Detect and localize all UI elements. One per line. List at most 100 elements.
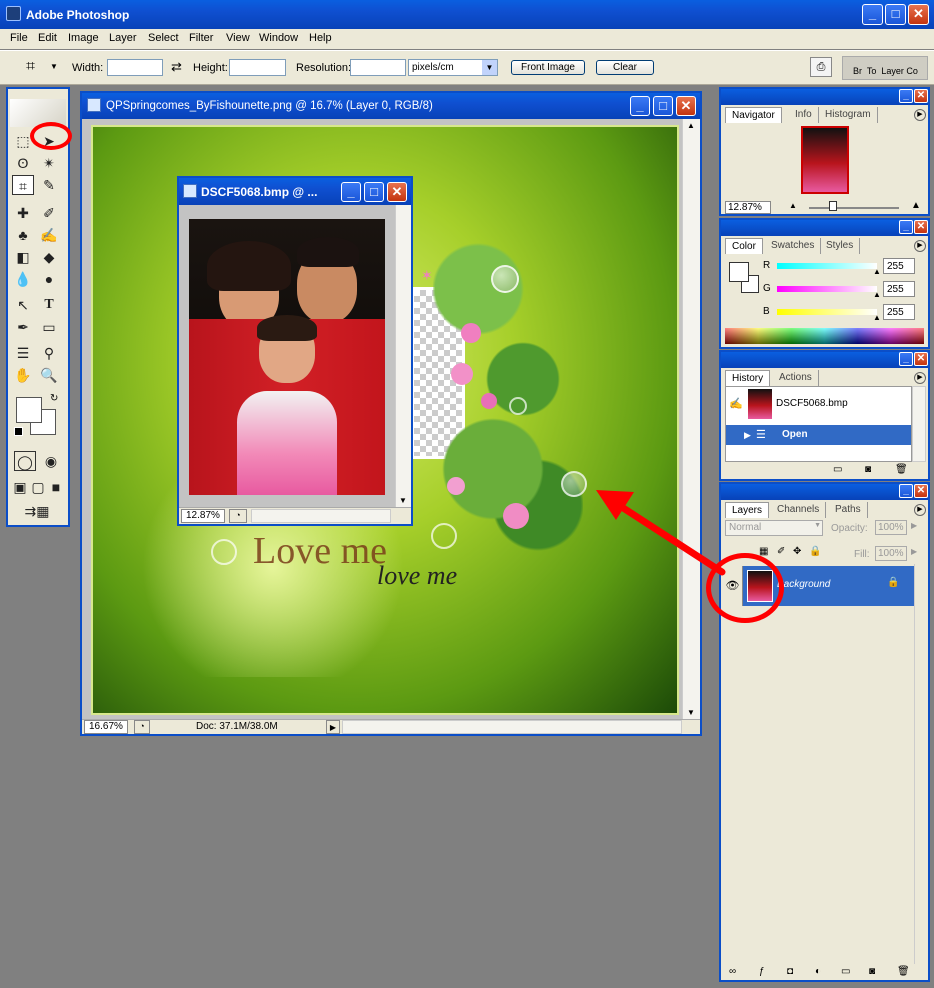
tab-styles[interactable]: Styles (820, 238, 861, 254)
zoom-out-icon[interactable]: ▲ (789, 201, 797, 210)
color-fg-swatch[interactable] (729, 262, 749, 282)
screen-mode-standard-icon[interactable]: ▣ (12, 477, 28, 497)
color-ramp[interactable] (725, 328, 924, 344)
new-document-icon[interactable]: ▭ (833, 464, 842, 475)
history-step-open[interactable]: ▶ ☰ Open (726, 425, 911, 445)
photo-vertical-scrollbar[interactable]: ▼ (395, 205, 411, 507)
close-button[interactable]: ✕ (908, 4, 929, 25)
notes-tool-icon[interactable]: ☰ (12, 343, 34, 363)
chevron-down-icon[interactable]: ▼ (482, 60, 497, 75)
r-value-field[interactable]: 255 (883, 258, 915, 274)
color-close-button[interactable]: ✕ (914, 220, 928, 234)
zoom-in-icon[interactable]: ▲ (911, 200, 921, 211)
slice-tool-icon[interactable]: ✎ (38, 175, 60, 195)
photo-maximize-button[interactable]: □ (364, 182, 384, 202)
crop-tool-selected-icon[interactable]: ⌗ (12, 175, 34, 195)
menu-help[interactable]: Help (309, 32, 332, 44)
history-brush-source-icon[interactable]: ✍ (729, 397, 743, 410)
file-browser-icon[interactable]: ⎙ (810, 57, 832, 77)
menu-select[interactable]: Select (148, 32, 179, 44)
brush-tool-icon[interactable]: ✐ (38, 203, 60, 223)
tab-color[interactable]: Color (725, 238, 763, 254)
doc-minimize-button[interactable]: _ (630, 96, 650, 116)
menu-window[interactable]: Window (259, 32, 298, 44)
healing-brush-icon[interactable]: ✚ (12, 203, 34, 223)
menu-view[interactable]: View (226, 32, 250, 44)
maximize-button[interactable]: □ (885, 4, 906, 25)
pen-tool-icon[interactable]: ✒ (12, 317, 34, 337)
photo-preview-icon[interactable]: ◔ (229, 509, 247, 523)
b-value-field[interactable]: 255 (883, 304, 915, 320)
new-group-icon[interactable]: ▭ (841, 966, 850, 977)
status-preview-icon[interactable]: ◔ (134, 720, 150, 734)
front-image-button[interactable]: Front Image (511, 60, 585, 75)
history-snapshot-thumbnail[interactable] (748, 389, 772, 419)
photo-close-button[interactable]: ✕ (387, 182, 407, 202)
navigator-zoom-field[interactable]: 12.87% (725, 201, 771, 214)
doc-maximize-button[interactable]: □ (653, 96, 673, 116)
screen-mode-full-menu-icon[interactable]: ▢ (30, 477, 46, 497)
tab-history[interactable]: History (725, 370, 771, 386)
navigator-menu-arrow-icon[interactable]: ▶ (914, 109, 926, 121)
navigator-slider-thumb[interactable] (829, 201, 837, 211)
default-colors-icon[interactable] (14, 427, 23, 436)
history-snapshot-name[interactable]: DSCF5068.bmp (776, 398, 848, 409)
menu-layer[interactable]: Layer (109, 32, 137, 44)
layers-close-button[interactable]: ✕ (914, 484, 928, 498)
units-select[interactable]: pixels/cm ▼ (408, 59, 498, 76)
new-snapshot-icon[interactable]: ◙ (865, 464, 871, 475)
tool-preset-arrow-icon[interactable]: ▼ (50, 62, 58, 71)
swap-colors-icon[interactable]: ↻ (50, 393, 58, 404)
blend-chevron-icon[interactable]: ▼ (814, 522, 821, 529)
adjustment-layer-icon[interactable]: ◐ (815, 966, 821, 977)
new-layer-icon[interactable]: ◙ (869, 966, 875, 977)
color-menu-arrow-icon[interactable]: ▶ (914, 240, 926, 252)
tab-info[interactable]: Info (789, 107, 819, 123)
lock-paint-icon[interactable]: ✐ (777, 546, 785, 557)
dodge-tool-icon[interactable]: ● (38, 269, 60, 289)
layer-mask-icon[interactable]: ◘ (787, 966, 793, 977)
history-scrollbar[interactable] (912, 386, 926, 462)
opacity-field[interactable]: 100% (875, 520, 907, 535)
clone-stamp-icon[interactable]: ♣ (12, 225, 34, 245)
main-zoom-field[interactable]: 16.67% (84, 720, 128, 734)
family-photo[interactable] (189, 219, 385, 495)
swap-icon[interactable]: ⇄ (171, 59, 182, 75)
crop-tool-icon[interactable]: ⌗ (26, 58, 35, 76)
color-minimize-button[interactable]: _ (899, 220, 913, 234)
history-trash-icon[interactable]: 🗑 (895, 464, 908, 475)
scroll-down-icon[interactable]: ▼ (687, 708, 695, 717)
palette-well-tabs[interactable]: Br To Layer Co (853, 66, 918, 76)
tab-channels[interactable]: Channels (771, 502, 827, 518)
height-input[interactable] (229, 59, 286, 76)
horizontal-scroll-track[interactable] (342, 720, 682, 734)
g-value-field[interactable]: 255 (883, 281, 915, 297)
photo-scroll-down-icon[interactable]: ▼ (399, 496, 407, 505)
b-slider[interactable] (777, 309, 877, 315)
minimize-button[interactable]: _ (862, 4, 883, 25)
lock-all-icon[interactable]: 🔒 (809, 546, 821, 557)
path-selection-icon[interactable]: ↖ (12, 295, 34, 315)
tab-swatches[interactable]: Swatches (765, 238, 822, 254)
paint-bucket-icon[interactable]: ◆ (38, 247, 60, 267)
opacity-arrow-icon[interactable]: ▶ (911, 521, 917, 530)
scroll-up-icon[interactable]: ▲ (687, 121, 695, 130)
history-brush-icon[interactable]: ✍ (38, 225, 60, 245)
main-vertical-scrollbar[interactable]: ▲ ▼ (682, 119, 700, 719)
photo-canvas-area[interactable] (179, 205, 395, 507)
navigator-close-button[interactable]: ✕ (914, 89, 928, 103)
shape-tool-icon[interactable]: ▭ (38, 317, 60, 337)
fill-arrow-icon[interactable]: ▶ (911, 547, 917, 556)
navigator-zoom-slider[interactable] (809, 207, 899, 209)
type-tool-icon[interactable]: T (38, 295, 60, 315)
photo-zoom-field[interactable]: 12.87% (181, 509, 225, 523)
quick-mask-icon[interactable]: ◉ (40, 451, 62, 471)
layer-name[interactable]: Background (777, 579, 830, 590)
fill-field[interactable]: 100% (875, 546, 907, 561)
lock-move-icon[interactable]: ✥ (793, 546, 801, 557)
navigator-minimize-button[interactable]: _ (899, 89, 913, 103)
lasso-tool-icon[interactable]: ʘ (12, 153, 34, 173)
tab-navigator[interactable]: Navigator (725, 107, 782, 123)
b-slider-thumb-icon[interactable]: ▲ (873, 313, 881, 322)
r-slider[interactable] (777, 263, 877, 269)
